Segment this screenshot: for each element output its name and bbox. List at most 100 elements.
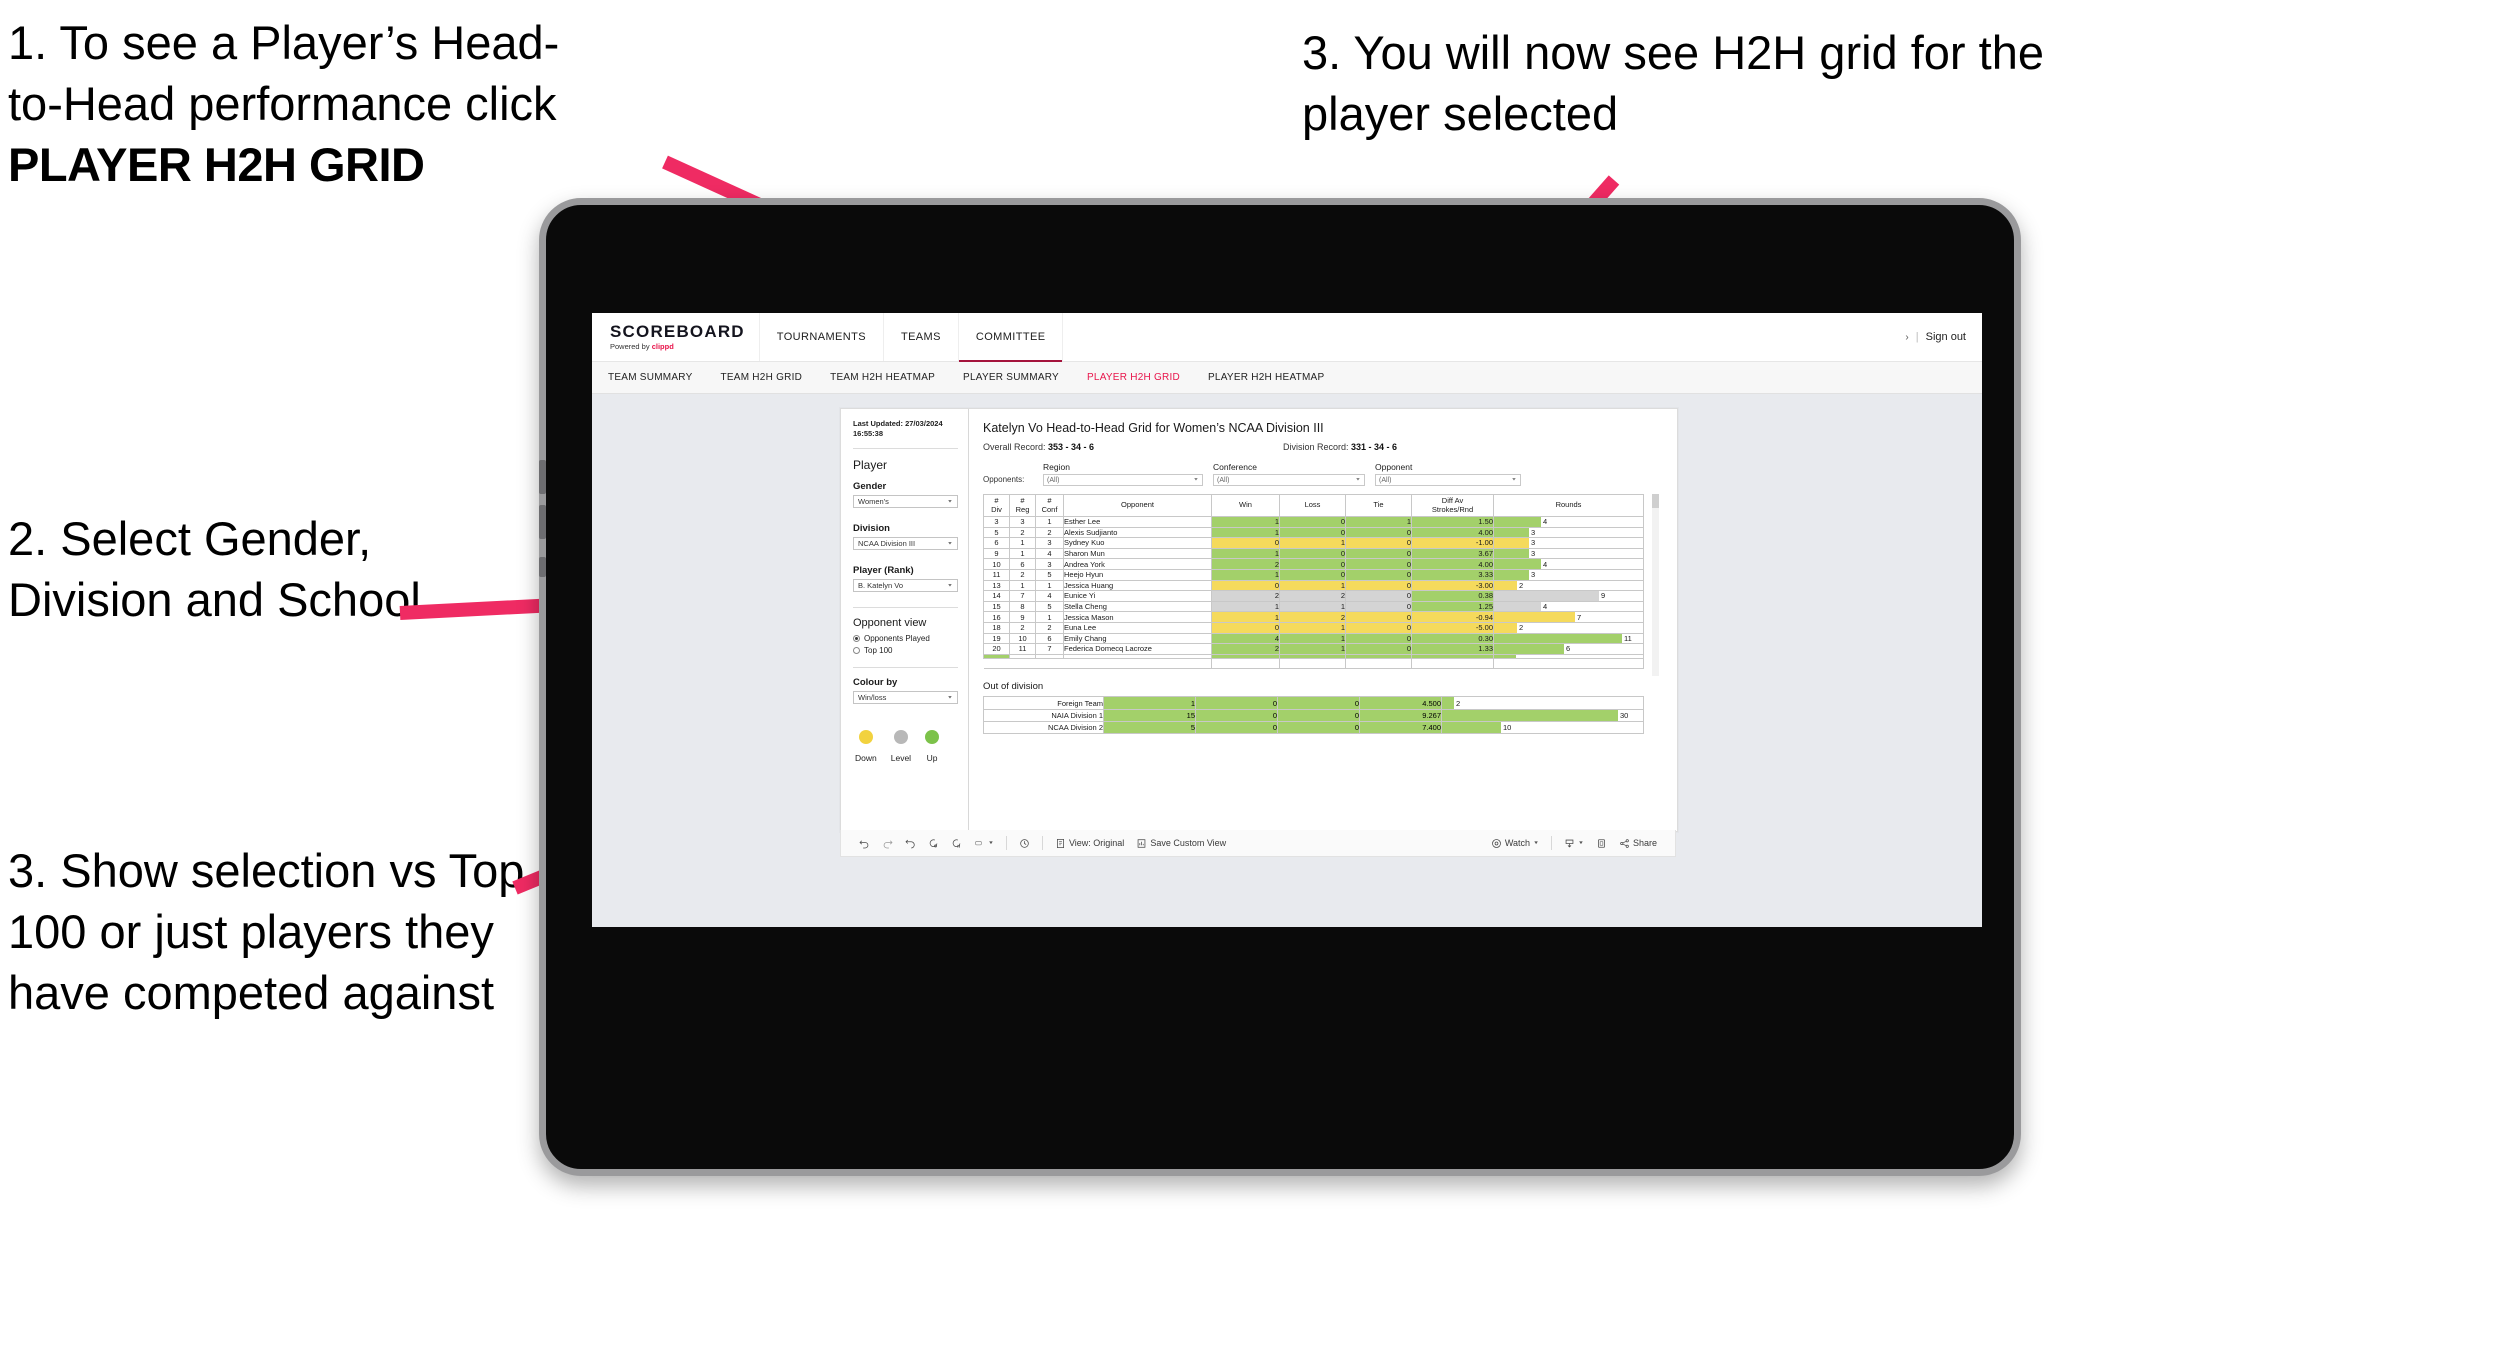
radio-opponents-played[interactable]: Opponents Played <box>853 634 958 643</box>
col-win[interactable]: Win <box>1211 494 1280 517</box>
col-rounds[interactable]: Rounds <box>1493 494 1644 517</box>
region-filter-select[interactable]: (All) ▼ <box>1043 474 1203 486</box>
table-row[interactable]: 5 2 2 Alexis Sudjianto 1 0 0 4.00 3 <box>983 526 1644 539</box>
share-button[interactable]: Share <box>1613 838 1663 849</box>
cell-reg: 6 <box>1009 558 1036 570</box>
chevron-down-icon: ▼ <box>947 541 953 546</box>
grid-scrollbar-thumb[interactable] <box>1652 494 1659 508</box>
cell-conf: 6 <box>1035 632 1064 645</box>
chevron-right-icon[interactable]: › <box>1905 332 1908 343</box>
tab-player-h2h-grid[interactable]: PLAYER H2H GRID <box>1073 372 1194 383</box>
col-div[interactable]: # Div <box>983 494 1010 517</box>
history-icon[interactable] <box>1013 838 1036 849</box>
table-row[interactable]: 11 2 5 Heejo Hyun 1 0 0 3.33 3 <box>983 568 1644 581</box>
col-reg[interactable]: # Reg <box>1009 494 1036 517</box>
conference-filter: Conference (All) ▼ <box>1213 462 1365 486</box>
records-row: Overall Record: 353 - 34 - 6 Division Re… <box>983 442 1663 452</box>
table-row[interactable]: 13 1 1 Jessica Huang 0 1 0 -3.00 2 <box>983 579 1644 592</box>
cell-ood-diff: 7.400 <box>1359 721 1442 735</box>
app-header: SCOREBOARD Powered by clippd TOURNAMENTS… <box>592 313 1982 362</box>
brand-title: SCOREBOARD <box>610 322 745 342</box>
highlight-icon[interactable]: ▼ <box>968 838 1000 849</box>
tab-team-h2h-grid[interactable]: TEAM H2H GRID <box>707 372 817 383</box>
radio-top-100[interactable]: Top 100 <box>853 646 958 655</box>
download-icon[interactable]: ▼ <box>1558 838 1590 849</box>
annotation-step-1-line1: 1. To see a Player’s Head- <box>8 16 560 69</box>
table-row[interactable]: 19 10 6 Emily Chang 4 1 0 0.30 11 <box>983 632 1644 645</box>
legend-item-down: Down <box>855 730 877 763</box>
table-row[interactable]: 10 6 3 Andrea York 2 0 0 4.00 4 <box>983 558 1644 570</box>
undo-icon[interactable] <box>853 838 876 849</box>
cell-opponent: Andrea York <box>1063 558 1212 570</box>
cell-win: 2 <box>1211 590 1280 602</box>
opponent-filter-label: Opponent <box>1375 462 1413 472</box>
cell-conf: 2 <box>1035 526 1064 539</box>
table-row[interactable]: 3 3 1 Esther Lee 1 0 1 1.50 4 <box>983 516 1644 528</box>
redo-icon[interactable] <box>876 838 899 849</box>
h2h-grid-body: 3 3 1 Esther Lee 1 0 1 1.50 4 5 2 2 Alexis Sudjianto… <box>983 516 1644 670</box>
division-select[interactable]: NCAA Division III ▼ <box>853 537 958 551</box>
radio-button-icon <box>853 635 860 643</box>
col-conf[interactable]: # Conf <box>1035 494 1064 517</box>
brand-powered-by-text: Powered by <box>610 342 652 352</box>
tab-player-h2h-heatmap[interactable]: PLAYER H2H HEATMAP <box>1194 372 1338 383</box>
annotation-step-1-emphasis: PLAYER H2H GRID <box>8 138 425 192</box>
cell-rounds: 9 <box>1493 590 1644 602</box>
table-row[interactable]: 9 1 4 Sharon Mun 1 0 0 3.67 3 <box>983 547 1644 560</box>
table-row[interactable]: 14 7 4 Eunice Yi 2 2 0 0.38 9 <box>983 590 1644 602</box>
refresh-data-icon[interactable] <box>922 838 945 849</box>
chevron-down-icon: ▼ <box>947 499 953 504</box>
col-loss[interactable]: Loss <box>1279 494 1346 517</box>
colour-by-select[interactable]: Win/loss ▼ <box>853 691 958 705</box>
out-of-division-body: Foreign Team 1 0 0 4.500 2 NAIA Division 1 15 0 0… <box>983 696 1644 735</box>
col-tie[interactable]: Tie <box>1345 494 1412 517</box>
opponent-filter-select[interactable]: (All) ▼ <box>1375 474 1521 486</box>
fullscreen-icon[interactable] <box>1590 838 1613 849</box>
out-of-division-row[interactable]: NAIA Division 1 15 0 0 9.267 30 <box>983 708 1644 723</box>
pause-updates-icon[interactable] <box>945 838 968 849</box>
annotation-step-3-right: 3. You will now see H2H grid for the pla… <box>1302 26 2044 141</box>
conference-filter-select[interactable]: (All) ▼ <box>1213 474 1365 486</box>
tab-team-h2h-heatmap[interactable]: TEAM H2H HEATMAP <box>816 372 949 383</box>
cell-diff-av-strokes: 0.38 <box>1411 590 1494 602</box>
out-of-division-row[interactable]: NCAA Division 2 5 0 0 7.400 10 <box>983 721 1644 735</box>
table-row[interactable]: 18 2 2 Euna Lee 0 1 0 -5.00 2 <box>983 621 1644 634</box>
revert-icon[interactable] <box>899 838 922 849</box>
cell-diff-av-strokes: -5.00 <box>1411 621 1494 634</box>
gender-select[interactable]: Women's ▼ <box>853 495 958 509</box>
tab-player-summary[interactable]: PLAYER SUMMARY <box>949 372 1073 383</box>
cell-div: 10 <box>983 558 1010 570</box>
legend-swatch-up <box>925 730 940 745</box>
grid-vertical-scrollbar[interactable] <box>1652 494 1659 676</box>
cell-tie: 0 <box>1345 526 1412 539</box>
player-rank-select[interactable]: B. Katelyn Vo ▼ <box>853 579 958 593</box>
table-row[interactable]: 15 8 5 Stella Cheng 1 1 0 1.25 4 <box>983 600 1644 613</box>
cell-win: 2 <box>1211 643 1280 655</box>
tab-team-summary[interactable]: TEAM SUMMARY <box>608 372 707 383</box>
col-diff-av-strokes[interactable]: Diff Av Strokes/Rnd <box>1411 494 1494 517</box>
cell-rounds: 3 <box>1493 568 1644 581</box>
watch-button[interactable]: Watch ▼ <box>1485 838 1545 849</box>
cell-ood-loss: 0 <box>1195 721 1278 735</box>
brand-logo[interactable]: SCOREBOARD Powered by clippd <box>592 313 760 361</box>
nav-item-committee[interactable]: COMMITTEE <box>958 313 1064 362</box>
save-custom-view-button[interactable]: Save Custom View <box>1130 838 1232 849</box>
out-of-division-row[interactable]: Foreign Team 1 0 0 4.500 2 <box>983 696 1644 710</box>
h2h-grid-wrapper: # Div # Reg # Conf Opponent Win Loss Tie Di… <box>983 494 1659 676</box>
cell-loss: 0 <box>1279 547 1346 560</box>
col-opponent[interactable]: Opponent <box>1063 494 1212 517</box>
view-original-button[interactable]: View: Original <box>1049 838 1130 849</box>
nav-item-tournaments[interactable]: TOURNAMENTS <box>760 313 884 361</box>
table-row[interactable]: 6 1 3 Sydney Kuo 0 1 0 -1.00 3 <box>983 537 1644 549</box>
out-of-division-title: Out of division <box>983 681 1044 693</box>
cell-reg: 9 <box>1009 611 1036 623</box>
table-row[interactable]: 20 11 7 Federica Domecq Lacroze 2 1 0 1.33 6 <box>983 643 1644 655</box>
toolbar-divider <box>1005 836 1007 850</box>
table-row[interactable]: 16 9 1 Jessica Mason 1 2 0 -0.94 7 <box>983 611 1644 623</box>
cell-conf: 3 <box>1035 558 1064 570</box>
cell-loss: 1 <box>1279 537 1346 549</box>
nav-item-teams[interactable]: TEAMS <box>884 313 959 361</box>
tablet-device-frame: SCOREBOARD Powered by clippd TOURNAMENTS… <box>539 198 2021 1176</box>
sign-out-link[interactable]: Sign out <box>1926 331 1966 343</box>
region-filter-label: Region <box>1043 462 1070 472</box>
